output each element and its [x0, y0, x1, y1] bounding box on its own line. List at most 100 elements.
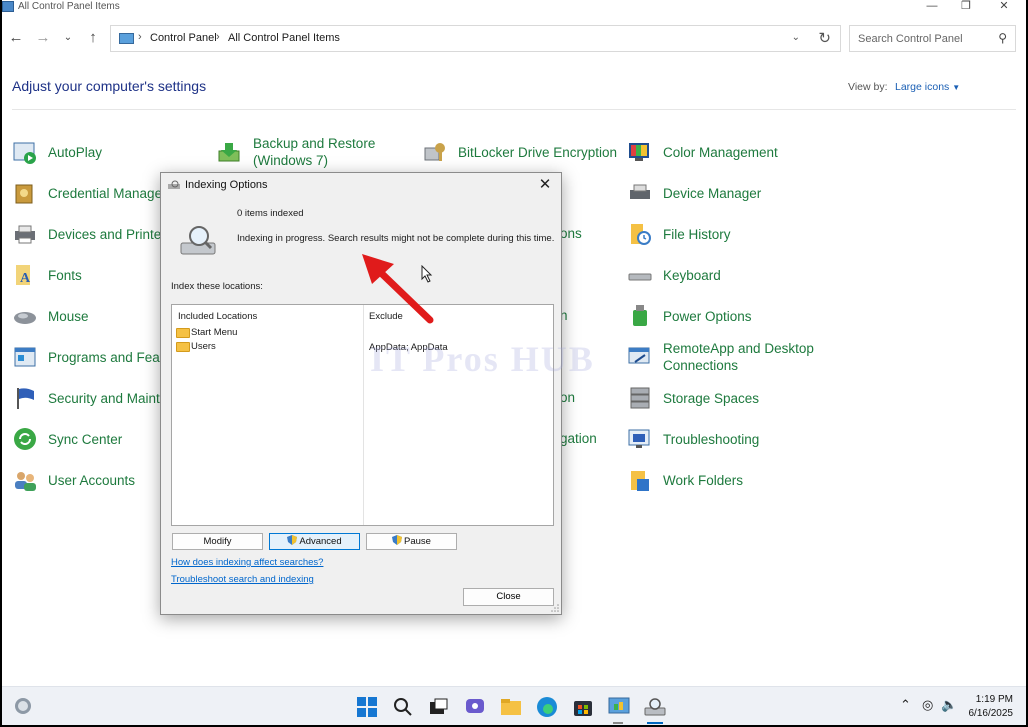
users-icon — [12, 467, 38, 493]
storage-icon — [627, 385, 653, 411]
item-programs-and-features[interactable]: Programs and Featu — [12, 340, 171, 374]
programs-icon — [12, 344, 38, 370]
back-icon[interactable]: ← — [6, 28, 26, 48]
dialog-close-icon[interactable]: ✕ — [534, 175, 556, 195]
weather-icon[interactable] — [12, 693, 38, 719]
item-work-folders[interactable]: Work Folders — [627, 463, 743, 497]
resize-grip-icon[interactable] — [551, 604, 559, 612]
chat-icon[interactable] — [462, 694, 488, 720]
taskbar: ⌃ ◎ 🔈 1:19 PM 6/16/2025 — [2, 686, 1026, 725]
item-remoteapp[interactable]: RemoteApp and Desktop Connections — [627, 340, 833, 374]
item-keyboard[interactable]: Keyboard — [627, 258, 721, 292]
folder-icon — [176, 327, 190, 338]
task-view-icon[interactable] — [426, 694, 452, 720]
close-window-button[interactable]: ✕ — [994, 0, 1014, 13]
device-manager-icon — [627, 180, 653, 206]
minimize-button[interactable]: — — [922, 0, 942, 13]
search-input[interactable] — [851, 27, 991, 50]
item-partial-label[interactable]: on — [560, 390, 575, 405]
mouse-cursor-icon — [421, 265, 433, 283]
sync-icon — [12, 426, 38, 452]
item-sync-center[interactable]: Sync Center — [12, 422, 122, 456]
file-explorer-icon[interactable] — [498, 694, 524, 720]
items-indexed-count: 0 items indexed — [237, 208, 304, 219]
column-divider — [363, 305, 364, 525]
chevron-down-icon[interactable]: ⌄ — [792, 32, 800, 43]
annotation-arrow-icon — [362, 254, 434, 324]
shield-icon — [392, 535, 403, 545]
indexing-icon — [168, 180, 180, 189]
folder-icon — [176, 341, 190, 352]
item-troubleshooting[interactable]: Troubleshooting — [627, 422, 759, 456]
address-bar[interactable]: › Control Panel › All Control Panel Item… — [110, 25, 841, 52]
start-icon[interactable] — [354, 694, 380, 720]
store-icon[interactable] — [570, 694, 596, 720]
network-icon[interactable]: ◎ — [922, 697, 933, 713]
close-button[interactable]: Close — [463, 588, 554, 606]
svg-text:A: A — [20, 271, 31, 286]
refresh-icon[interactable]: ↻ — [818, 29, 831, 47]
bitlocker-icon — [422, 139, 448, 165]
title-bar: All Control Panel Items — ❐ ✕ — [2, 0, 1026, 14]
view-by-value[interactable]: Large icons — [895, 81, 949, 93]
volume-icon[interactable]: 🔈 — [941, 697, 957, 713]
item-storage-spaces[interactable]: Storage Spaces — [627, 381, 759, 415]
item-file-history[interactable]: File History — [627, 217, 731, 251]
item-backup-and-restore[interactable]: Backup and Restore (Windows 7) — [217, 135, 423, 169]
item-security-and-maintenance[interactable]: Security and Mainte — [12, 381, 167, 415]
item-power-options[interactable]: Power Options — [627, 299, 752, 333]
item-partial-label[interactable]: ons — [560, 226, 582, 241]
troubleshooting-icon — [627, 426, 653, 452]
clock-time: 1:19 PM — [975, 694, 1013, 705]
item-fonts[interactable]: A Fonts — [12, 258, 82, 292]
item-device-manager[interactable]: Device Manager — [627, 176, 761, 210]
active-indicator — [647, 722, 663, 724]
recent-locations-chevron-icon[interactable]: ⌄ — [58, 28, 78, 48]
indexing-status-text: Indexing in progress. Search results mig… — [237, 233, 555, 244]
breadcrumb-chevron-icon[interactable]: › — [216, 31, 220, 43]
breadcrumb-control-panel[interactable]: Control Panel — [150, 32, 217, 44]
pause-button[interactable]: Pause — [366, 533, 457, 550]
item-mouse[interactable]: Mouse — [12, 299, 89, 333]
chevron-up-icon[interactable]: ⌃ — [900, 697, 911, 713]
item-devices-and-printers[interactable]: Devices and Printers — [12, 217, 173, 251]
clock[interactable]: 1:19 PM 6/16/2025 — [967, 693, 1014, 721]
backup-icon — [217, 139, 243, 165]
item-credential-manager[interactable]: Credential Manager — [12, 176, 167, 210]
breadcrumb-chevron-icon[interactable]: › — [138, 31, 142, 43]
indexing-help-link[interactable]: How does indexing affect searches? — [171, 557, 323, 568]
column-header-included[interactable]: Included Locations — [178, 311, 257, 322]
search-icon[interactable]: ⚲ — [998, 31, 1007, 45]
desktop-screen: All Control Panel Items — ❐ ✕ ← → ⌄ ↑ › … — [2, 0, 1026, 725]
indexing-options-taskbar-icon[interactable] — [642, 694, 668, 720]
autoplay-icon — [12, 139, 38, 165]
modify-button[interactable]: Modify — [172, 533, 263, 550]
indexing-icon — [180, 226, 216, 255]
view-by-label: View by: — [848, 81, 888, 93]
forward-icon[interactable]: → — [33, 28, 53, 48]
index-locations-label: Index these locations: — [171, 281, 263, 292]
troubleshoot-link[interactable]: Troubleshoot search and indexing — [171, 574, 314, 585]
search-icon[interactable] — [390, 694, 416, 720]
flag-icon — [12, 385, 38, 411]
chevron-down-icon[interactable]: ▼ — [952, 83, 960, 92]
control-panel-taskbar-icon[interactable] — [606, 694, 632, 720]
item-partial-label[interactable]: gation — [560, 431, 597, 446]
advanced-button[interactable]: Advanced — [269, 533, 360, 550]
indexing-options-dialog: Indexing Options ✕ 0 items indexed Index… — [160, 172, 562, 615]
control-panel-icon — [2, 1, 14, 12]
edge-icon[interactable] — [534, 694, 560, 720]
mouse-icon — [12, 303, 38, 329]
maximize-icon[interactable]: ❐ — [956, 0, 976, 13]
view-by-dropdown[interactable]: Large icons ▼ — [895, 81, 960, 93]
item-user-accounts[interactable]: User Accounts — [12, 463, 135, 497]
list-item[interactable]: Users — [176, 341, 216, 352]
up-icon[interactable]: ↑ — [83, 28, 103, 48]
item-color-management[interactable]: Color Management — [627, 135, 778, 169]
breadcrumb-all-items[interactable]: All Control Panel Items — [228, 32, 340, 44]
fonts-icon: A — [12, 262, 38, 288]
search-box[interactable]: ⚲ — [849, 25, 1016, 52]
item-bitlocker[interactable]: BitLocker Drive Encryption — [422, 135, 617, 169]
list-item[interactable]: Start Menu — [176, 327, 237, 338]
item-autoplay[interactable]: AutoPlay — [12, 135, 102, 169]
